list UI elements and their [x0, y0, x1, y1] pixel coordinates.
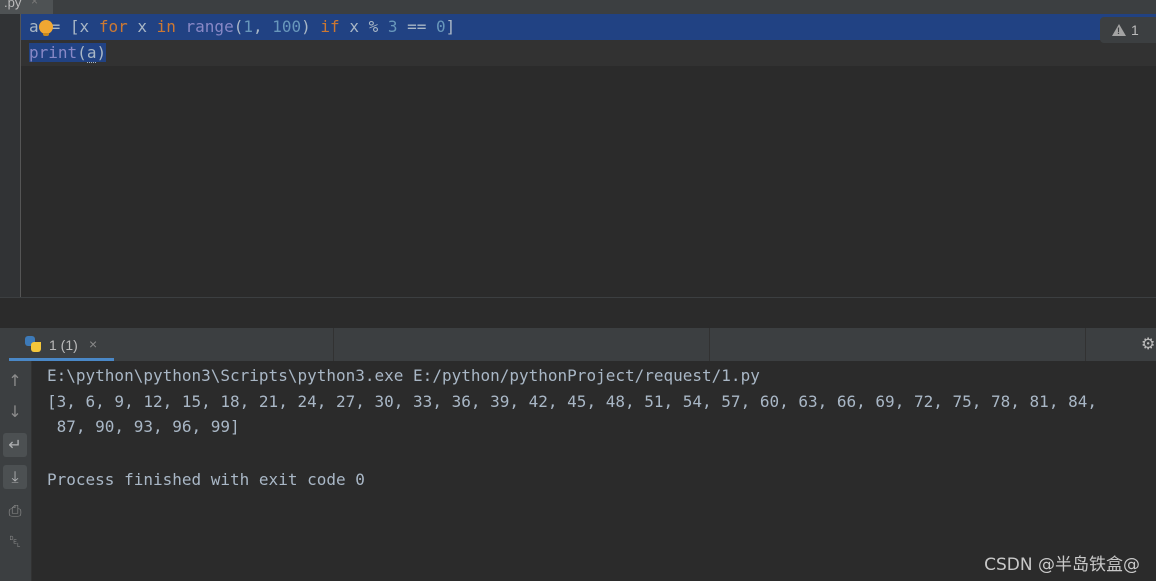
- code-token: ): [301, 17, 321, 36]
- header-divider: [333, 328, 334, 361]
- tab-run-config[interactable]: 1 (1) ×: [9, 328, 114, 361]
- soft-wrap-icon[interactable]: ↵: [3, 433, 27, 457]
- down-arrow-icon[interactable]: ↓: [3, 400, 27, 424]
- console-command-line: E:\python\python3\Scripts\python3.exe E:…: [47, 366, 760, 385]
- builtin-token: print: [29, 43, 78, 62]
- code-token: ): [96, 43, 107, 62]
- code-line-1[interactable]: a = [x for x in range(1, 100) if x % 3 ==…: [21, 14, 1156, 40]
- keyword-token: in: [156, 17, 176, 36]
- console-output-line: 87, 90, 93, 96, 99]: [47, 417, 240, 436]
- argument-token: a: [86, 43, 97, 63]
- editor-gutter[interactable]: [0, 14, 21, 297]
- print-icon[interactable]: ⎙: [3, 499, 27, 523]
- code-token: x %: [339, 17, 388, 36]
- number-token: 1: [243, 17, 253, 36]
- code-line-2[interactable]: print(a): [21, 40, 1156, 66]
- editor-file-tab-label: .py: [4, 0, 22, 10]
- number-token: 0: [436, 17, 446, 36]
- header-divider: [709, 328, 710, 361]
- python-icon: [25, 336, 41, 352]
- code-token: x: [127, 17, 157, 36]
- code-token: = [x: [50, 17, 99, 36]
- trash-icon[interactable]: ␡: [3, 530, 27, 554]
- close-icon[interactable]: ×: [89, 336, 97, 352]
- code-editor[interactable]: a = [x for x in range(1, 100) if x % 3 ==…: [0, 14, 1156, 297]
- close-icon[interactable]: ×: [31, 0, 38, 8]
- gear-icon[interactable]: ⚙: [1141, 336, 1156, 352]
- watermark: CSDN @半岛铁盒@: [984, 555, 1140, 575]
- code-token: (: [77, 43, 87, 62]
- lightbulb-icon[interactable]: [38, 20, 53, 36]
- code-token: ]: [445, 17, 456, 36]
- run-tab-label: 1 (1): [49, 337, 78, 353]
- warning-count: 1: [1131, 22, 1139, 38]
- code-token: ,: [252, 17, 273, 36]
- editor-breadcrumb-bar: [0, 297, 1156, 329]
- run-tool-window-header: 1 (1) × ⚙: [0, 328, 1156, 361]
- console-exit-line: Process finished with exit code 0: [47, 470, 365, 489]
- code-line-1-text: a = [x for x in range(1, 100) if x % 3 ==…: [29, 18, 455, 36]
- header-divider: [1085, 328, 1086, 361]
- number-token: 3: [387, 17, 398, 36]
- inspection-widget[interactable]: 1: [1100, 17, 1156, 43]
- scroll-to-end-icon[interactable]: ⤓: [3, 465, 27, 489]
- run-toolbar: ↑ ↓ ↵ ⤓ ⎙ ␡: [0, 361, 32, 581]
- warning-icon[interactable]: [1112, 24, 1126, 36]
- editor-tab-bar: .py ×: [0, 0, 1156, 16]
- code-token: ==: [397, 17, 437, 36]
- code-line-2-text: print(a): [29, 43, 107, 63]
- keyword-token: for: [98, 17, 128, 36]
- keyword-token: if: [320, 17, 340, 36]
- console-output-line: [3, 6, 9, 12, 15, 18, 21, 24, 27, 30, 33…: [47, 392, 1097, 411]
- up-arrow-icon[interactable]: ↑: [3, 369, 27, 393]
- number-token: 100: [272, 17, 302, 36]
- builtin-token: range: [185, 17, 234, 36]
- variable-token: a: [29, 17, 39, 36]
- code-token: (: [233, 17, 244, 36]
- run-console[interactable]: E:\python\python3\Scripts\python3.exe E:…: [32, 361, 1156, 581]
